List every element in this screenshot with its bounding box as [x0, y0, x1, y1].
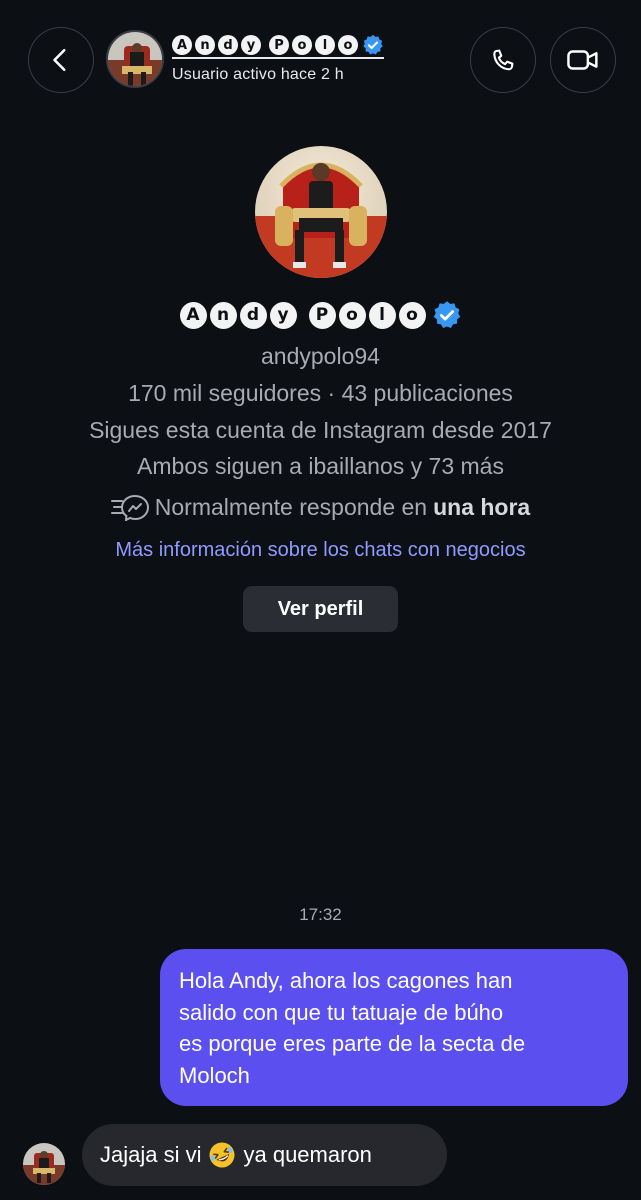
video-call-button[interactable] — [550, 27, 616, 93]
message-line: Hola Andy, ahora los cagones han — [179, 968, 513, 993]
message-line: salido con que tu tatuaje de búho — [179, 999, 504, 1025]
profile-stats: 170 mil seguidores · 43 publicaciones — [128, 380, 513, 406]
received-message-bubble[interactable]: Jajaja si vi ya quemaron — [82, 1124, 447, 1186]
name-letter: o — [292, 35, 312, 55]
message-line: es porque eres parte de la secta de — [179, 1031, 526, 1056]
name-letter: d — [239, 301, 267, 329]
business-chat-info-link[interactable]: Más información sobre los chats con nego… — [0, 539, 641, 562]
video-camera-icon — [567, 50, 598, 70]
phone-icon — [493, 49, 514, 71]
profile-handle: andypolo94 — [261, 343, 380, 369]
follow-since: Sigues esta cuenta de Instagram desde 20… — [89, 417, 552, 443]
chevron-left-icon — [53, 48, 66, 72]
back-button[interactable] — [28, 27, 94, 93]
profile-name: Andy Polo — [0, 300, 641, 330]
mutual-followers: Ambos siguen a ibaillanos y 73 más — [137, 453, 504, 479]
name-letter: l — [315, 35, 335, 55]
name-letter: l — [368, 301, 396, 329]
name-letter: A — [179, 301, 207, 329]
audio-call-button[interactable] — [470, 27, 536, 93]
message-text: ya quemaron — [243, 1142, 372, 1167]
profile-photo — [255, 146, 387, 278]
message-text: Jajaja si vi — [100, 1142, 202, 1167]
name-letter: y — [269, 301, 297, 329]
response-time: Normalmente responde en una hora — [0, 493, 641, 521]
name-letter: P — [269, 35, 289, 55]
view-profile-button[interactable]: Ver perfil — [243, 586, 398, 632]
name-letter: n — [209, 301, 237, 329]
sent-message-bubble[interactable]: Hola Andy, ahora los cagones han salido … — [160, 949, 628, 1106]
sender-avatar[interactable] — [23, 1143, 65, 1185]
rolling-on-floor-laughing-emoji — [209, 1142, 235, 1168]
name-letter: d — [218, 35, 238, 55]
chat-header: Andy Polo Usuario activo hace 2 h — [0, 0, 641, 120]
avatar-image — [108, 32, 162, 86]
name-letter: A — [172, 35, 192, 55]
avatar-image — [23, 1143, 65, 1185]
name-letter: n — [195, 35, 215, 55]
verified-badge-icon — [432, 300, 462, 330]
profile-avatar[interactable] — [255, 146, 387, 278]
verified-badge-icon — [362, 34, 384, 56]
fast-response-icon — [110, 494, 149, 521]
name-letter: o — [338, 301, 366, 329]
message-line: Moloch — [179, 1062, 250, 1088]
name-letter: P — [308, 301, 336, 329]
name-letter: o — [338, 35, 358, 55]
response-prefix: Normalmente responde en — [154, 493, 428, 520]
message-timestamp: 17:32 — [299, 905, 342, 924]
response-duration: una hora — [433, 493, 531, 520]
activity-status: Usuario activo hace 2 h — [172, 66, 344, 83]
header-avatar[interactable] — [106, 30, 164, 88]
name-letter: y — [241, 35, 261, 55]
name-letter: o — [398, 301, 426, 329]
header-name[interactable]: Andy Polo — [172, 34, 384, 59]
